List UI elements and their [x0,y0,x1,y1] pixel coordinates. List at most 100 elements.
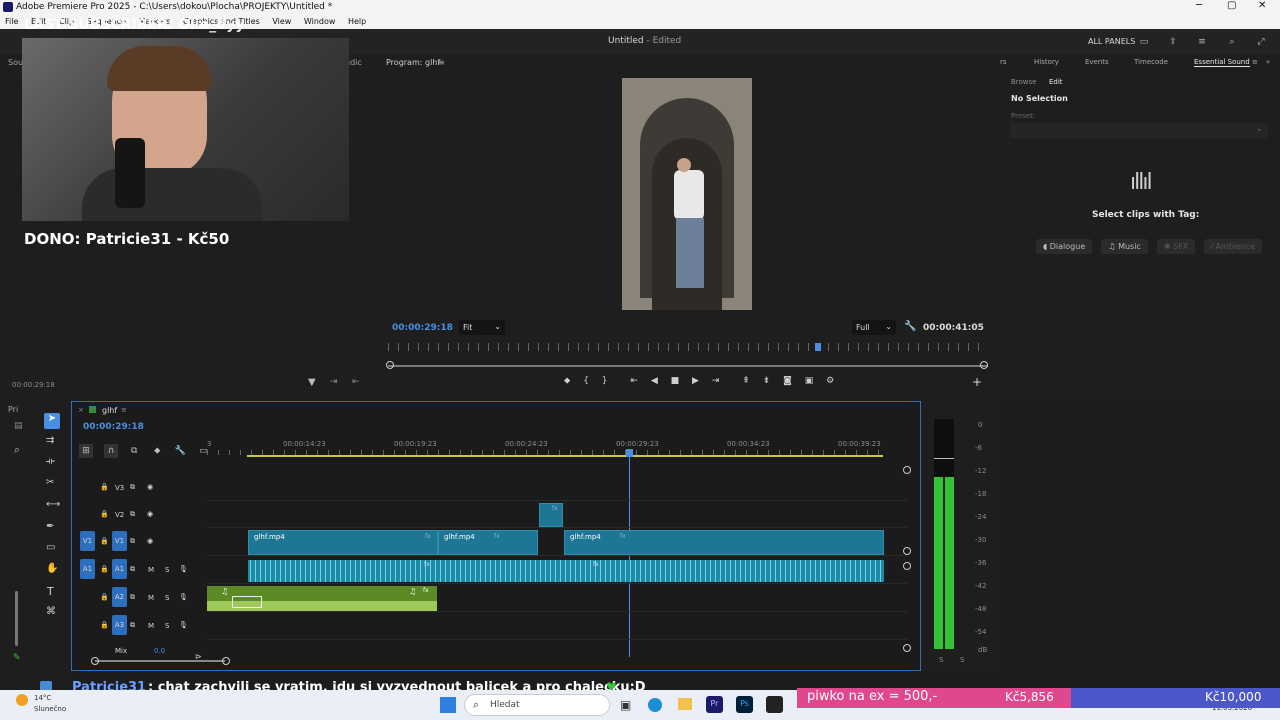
video-clip[interactable]: glhf.mp4 fx [248,530,438,555]
lock-icon[interactable]: 🔒 [100,593,109,601]
source-tab-label[interactable]: Sou [8,58,23,67]
menu-window[interactable]: Window [304,17,336,26]
sequence-name[interactable]: glhf [102,406,117,415]
video-clip[interactable]: glhf.mp4 fx [564,530,884,555]
bin-icon[interactable]: ▤ [14,421,23,431]
photoshop-taskbar-icon[interactable]: Ps [736,696,753,713]
program-title[interactable]: Program: glhf [386,58,440,67]
work-area-bar[interactable] [247,455,883,457]
snap-icon[interactable]: ∩ [104,444,119,458]
mix-value[interactable]: 0.0 [154,647,165,655]
go-to-out-icon[interactable]: ⇥ [712,376,720,386]
windows-start-icon[interactable] [440,697,456,713]
tag-ambience[interactable]: ⁄ Ambience [1204,239,1263,254]
share-icon[interactable]: ⇪ [1166,35,1180,49]
meter-solo-right[interactable]: S [960,656,964,664]
panel-layout-icon[interactable]: ▭ [1137,35,1151,49]
playhead-handle[interactable] [626,449,633,457]
meter-solo-left[interactable]: S [939,656,943,664]
vertical-scroll-handle[interactable] [903,466,911,474]
lock-icon[interactable]: 🔒 [100,537,109,545]
microphone-icon[interactable]: 🎙 [179,565,188,573]
source-patch-a1[interactable]: A1 [80,559,95,579]
scroll-handle-left[interactable] [386,361,394,369]
source-patch-v1[interactable]: V1 [80,531,95,551]
mute-button[interactable]: M [148,566,154,574]
track-name[interactable]: A1 [112,559,127,579]
ripple-edit-tool-icon[interactable]: ⟛ [46,456,55,467]
type-tool-icon[interactable]: T [47,585,54,598]
lock-icon[interactable]: 🔒 [100,565,109,573]
minimize-icon[interactable]: ─ [1196,0,1202,11]
go-to-in-icon[interactable]: ⇤ [630,376,638,386]
project-tab-label[interactable]: Pri [8,405,18,414]
scroll-handle-right[interactable] [980,361,988,369]
timeline-horizontal-scroll[interactable] [95,660,225,662]
zoom-end-icon[interactable]: ⊳ [195,652,202,661]
maximize-icon[interactable]: ▢ [1227,0,1236,11]
sync-icon[interactable]: ⧉ [130,565,135,574]
mark-out-icon[interactable]: } [602,376,608,386]
mark-in-icon[interactable]: { [583,376,589,386]
rectangle-tool-icon[interactable]: ▭ [46,542,55,553]
add-marker-icon[interactable]: ⬥ [150,444,164,458]
program-mini-ruler[interactable] [388,343,988,351]
solo-button[interactable]: S [165,622,169,630]
project-scrollbar[interactable] [15,591,18,646]
tab-partial[interactable]: rs [1000,58,1007,66]
add-marker-icon[interactable]: ⬥ [564,376,570,386]
microphone-icon[interactable]: 🎙 [179,593,188,601]
close-icon[interactable]: ✕ [1258,0,1266,11]
lock-icon[interactable]: 🔒 [100,510,109,518]
wrench-icon[interactable]: 🔧 [173,444,187,458]
step-back-icon[interactable]: ◀ [651,376,658,386]
program-playhead-marker[interactable] [815,343,821,351]
overwrite-icon[interactable]: ⇤ [352,377,360,387]
tab-timecode[interactable]: Timecode [1134,58,1168,66]
sequence-menu-icon[interactable]: ≡ [121,406,127,414]
wrench-icon[interactable]: 🔧 [904,321,916,332]
comparison-icon[interactable]: ▣ [805,376,814,386]
sync-icon[interactable]: ⧉ [130,593,135,602]
premiere-taskbar-icon[interactable]: Pr [706,696,723,713]
slip-tool-icon[interactable]: ⟷ [46,499,60,510]
video-clip[interactable]: glhf.mp4 fx [438,530,538,555]
audio-clip-a1[interactable]: fx fx [248,560,884,582]
program-menu-icon[interactable]: ≡ [438,58,445,67]
taskbar-search[interactable]: ⌕ Hledat [464,694,610,716]
track-name[interactable]: A2 [112,587,127,607]
mute-button[interactable]: M [148,622,154,630]
sync-icon[interactable]: ⧉ [130,621,135,630]
tab-overflow-icon[interactable]: » [1266,58,1270,66]
scroll-handle-left[interactable] [91,657,99,665]
audio-clip-a2[interactable]: ♫ ♫ fx [207,586,437,611]
caption-tool-icon[interactable]: ⌘ [46,606,56,617]
tab-events[interactable]: Events [1085,58,1109,66]
hand-tool-icon[interactable]: ✋ [46,563,58,574]
play-icon[interactable]: ▶ [692,376,699,386]
camera-icon[interactable]: ◙ [783,376,792,386]
insert-sequence-icon[interactable]: ⊞ [79,444,93,458]
pencil-icon[interactable]: ✎ [13,653,21,663]
add-button-icon[interactable]: + [972,375,982,389]
subtab-browse[interactable]: Browse [1011,78,1037,86]
fit-dropdown[interactable]: Fit ⌄ [459,320,505,335]
preset-dropdown[interactable]: ⌄ [1010,123,1268,138]
program-scrollbar[interactable] [388,365,988,367]
app-taskbar-icon[interactable] [766,696,783,713]
solo-button[interactable]: S [165,594,169,602]
expand-icon[interactable]: ⤢ [1254,35,1268,49]
insert-icon[interactable]: ⇥ [330,377,338,387]
full-dropdown[interactable]: Full ⌄ [852,320,896,335]
tag-sfx[interactable]: ✺ SFX [1156,239,1196,254]
tag-music[interactable]: ♫ Music [1101,239,1148,254]
pen-tool-icon[interactable]: ✒ [46,521,54,532]
selection-tool-icon[interactable]: ➤ [44,413,60,429]
eye-icon[interactable]: ◉ [147,483,153,491]
timeline-timecode[interactable]: 00:00:29:18 [83,422,144,432]
menu-file[interactable]: File [5,17,18,26]
all-panels-button[interactable]: ALL PANELS [1088,37,1135,46]
file-explorer-icon[interactable] [678,698,692,710]
mute-button[interactable]: M [148,594,154,602]
tag-dialogue[interactable]: ◖ Dialogue [1036,239,1093,254]
